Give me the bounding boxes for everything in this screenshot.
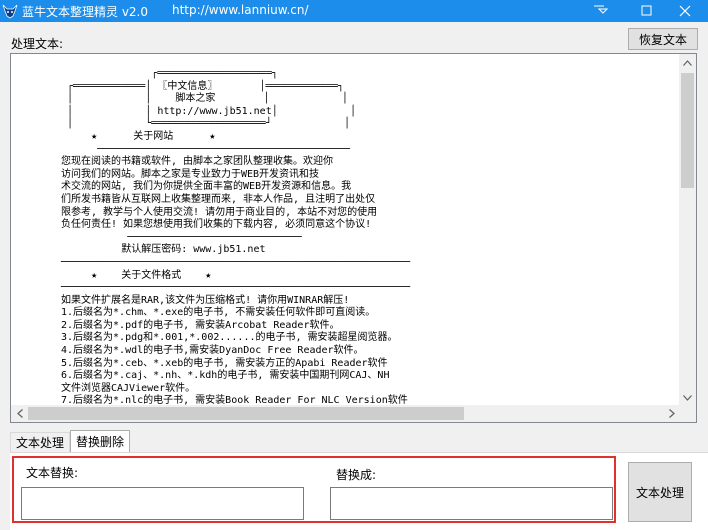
replace-input[interactable] bbox=[330, 487, 613, 520]
close-button[interactable] bbox=[662, 0, 708, 22]
minimize-button[interactable] bbox=[578, 0, 622, 22]
process-text-button[interactable]: 文本处理 bbox=[628, 462, 692, 522]
vertical-scroll-thumb[interactable] bbox=[681, 73, 694, 188]
scroll-up-arrow-icon[interactable] bbox=[679, 54, 696, 71]
replace-label: 替换成: bbox=[336, 468, 377, 482]
window-url: http://www.lanniuw.cn/ bbox=[172, 3, 309, 17]
title-bar[interactable]: 蓝牛文本整理精灵 v2.0 http://www.lanniuw.cn/ bbox=[0, 0, 708, 22]
bull-head-icon bbox=[2, 3, 18, 19]
process-text-label: 处理文本: bbox=[11, 37, 64, 51]
scroll-left-arrow-icon[interactable] bbox=[11, 405, 28, 422]
tab-replace-delete[interactable]: 替换删除 bbox=[70, 430, 130, 452]
text-content[interactable]: ┌═══════════════════┐ ┌════════════│ 〖中文… bbox=[11, 54, 680, 406]
text-area[interactable]: ┌═══════════════════┐ ┌════════════│ 〖中文… bbox=[10, 53, 697, 423]
find-label: 文本替换: bbox=[26, 466, 79, 480]
scroll-right-arrow-icon[interactable] bbox=[663, 405, 680, 422]
tab-text-process[interactable]: 文本处理 bbox=[10, 432, 70, 452]
horizontal-scroll-thumb[interactable] bbox=[28, 407, 464, 420]
scroll-corner bbox=[679, 405, 696, 422]
vertical-scrollbar[interactable] bbox=[679, 54, 696, 406]
replace-group: 文本替换: 替换成: bbox=[12, 456, 616, 523]
window-title: 蓝牛文本整理精灵 v2.0 bbox=[22, 5, 149, 19]
horizontal-scrollbar[interactable] bbox=[11, 405, 680, 422]
scroll-down-arrow-icon[interactable] bbox=[679, 389, 696, 406]
restore-text-button[interactable]: 恢复文本 bbox=[628, 28, 698, 50]
text-lines: ┌═══════════════════┐ ┌════════════│ 〖中文… bbox=[61, 68, 411, 406]
find-input[interactable] bbox=[21, 487, 304, 520]
